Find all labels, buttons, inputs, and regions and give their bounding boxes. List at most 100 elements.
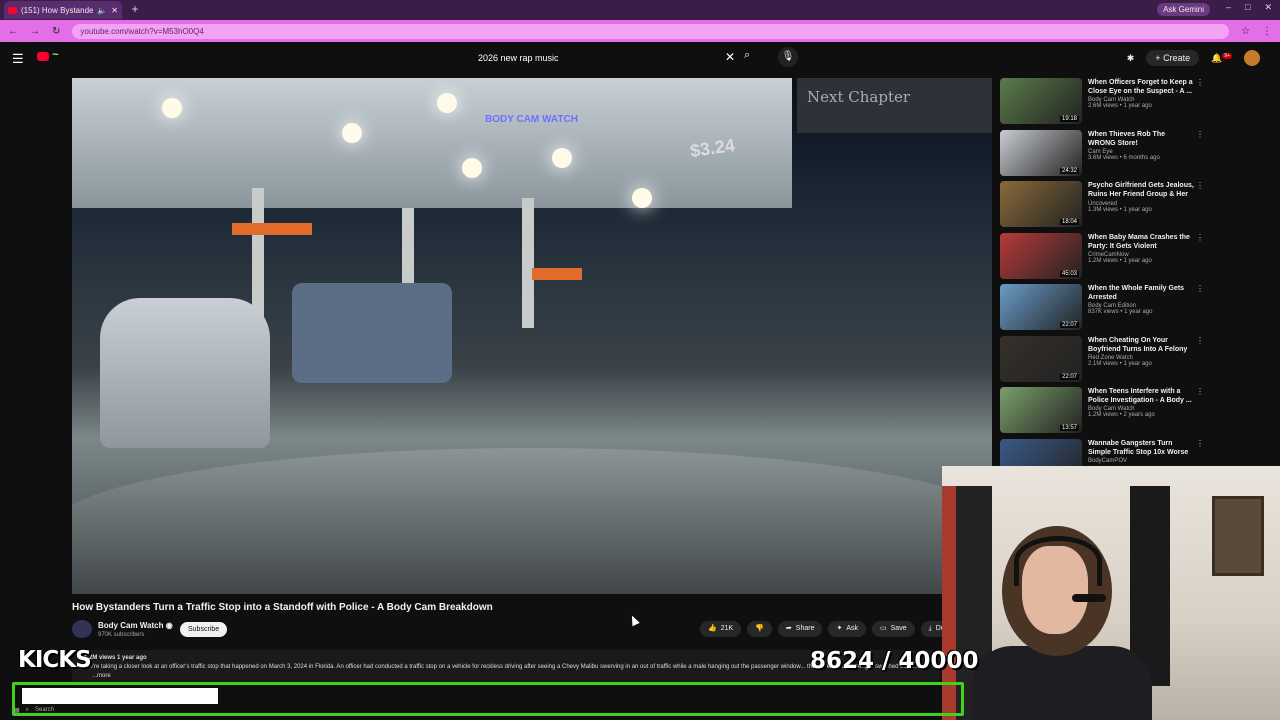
header-actions: ✱ + Create 🔔 9+ <box>1127 50 1260 66</box>
recommendation-info: When Baby Mama Crashes the Party: It Get… <box>1088 233 1194 264</box>
forward-icon[interactable]: → <box>30 26 40 37</box>
save-label: Save <box>890 625 907 632</box>
youtube-doodle-logo[interactable]: ~ <box>52 49 58 61</box>
store-sign: Next Chapter <box>797 78 992 133</box>
more-options-icon[interactable]: ⋮ <box>1196 181 1204 190</box>
more-options-icon[interactable]: ⋮ <box>1196 130 1204 139</box>
canopy-light <box>162 98 182 118</box>
more-options-icon[interactable]: ⋮ <box>1196 336 1204 345</box>
download-icon: ⤓ <box>928 625 932 632</box>
canopy-light <box>437 93 457 113</box>
search-input[interactable]: 2026 new rap music ✕ <box>471 47 739 69</box>
recommendation-title[interactable]: When Cheating On Your Boyfriend Turns In… <box>1088 336 1194 354</box>
more-options-icon[interactable]: ⋮ <box>1196 284 1204 293</box>
recommendation-item[interactable]: 22:07 When Cheating On Your Boyfriend Tur… <box>998 334 1204 382</box>
recommendation-thumbnail[interactable]: 22:07 <box>1000 335 1082 382</box>
recommendation-info: When Thieves Rob The WRONG Store! Cam Eye… <box>1088 130 1194 161</box>
recommendation-thumbnail[interactable]: 13:57 <box>1000 387 1082 433</box>
recommendation-title[interactable]: When the Whole Family Gets Arrested <box>1088 284 1194 302</box>
more-options-icon[interactable]: ⋮ <box>1196 387 1204 396</box>
channel-name[interactable]: Body Cam Watch ◉ <box>98 621 173 630</box>
recommendation-item[interactable]: 18:04 Psycho Girlfriend Gets Jealous, Rui… <box>998 179 1204 227</box>
recommendation-thumbnail[interactable]: 22:07 <box>1000 284 1082 330</box>
back-icon[interactable]: ← <box>8 26 18 37</box>
more-options-icon[interactable]: ⋮ <box>1196 233 1204 242</box>
subscribe-button[interactable]: Subscribe <box>180 622 228 637</box>
cast-icon[interactable]: ✱ <box>1127 53 1135 64</box>
create-button[interactable]: + Create <box>1146 50 1200 66</box>
dislike-button[interactable]: 👎 <box>747 621 772 637</box>
recommendation-meta: 1.3M views • 1 year ago <box>1088 207 1152 213</box>
maximize-button[interactable]: □ <box>1245 2 1250 13</box>
recommendation-meta: 1.2M views • 2 years ago <box>1088 412 1155 418</box>
youtube-header: ☰ ~ 2026 new rap music ✕ ⌕ 🎙 ✱ + Create … <box>0 42 1280 74</box>
reload-icon[interactable]: ↻ <box>52 26 60 37</box>
recommendation-thumbnail[interactable]: 19:18 <box>1000 78 1082 124</box>
new-tab-button[interactable]: + <box>128 3 142 17</box>
tab-title: (151) How Bystanders Turn... <box>21 5 94 15</box>
recommendation-meta: 1.2M views • 1 year ago <box>1088 257 1152 264</box>
browser-menu-icon[interactable]: ⋮ <box>1262 26 1272 37</box>
recommendation-item[interactable]: 22:07 When the Whole Family Gets Arrested… <box>998 282 1204 330</box>
notifications-bell-icon[interactable]: 🔔 9+ <box>1211 52 1232 64</box>
recommendation-info: When Teens Interfere with a Police Inves… <box>1088 387 1194 418</box>
close-window-button[interactable]: ✕ <box>1264 2 1272 13</box>
clear-search-icon[interactable]: ✕ <box>725 50 735 64</box>
recommendation-thumbnail[interactable] <box>1000 438 1082 466</box>
video-player[interactable]: BODY CAM WATCH Next Chapter $3.24 <box>72 78 992 594</box>
recommendation-info: When Officers Forget to Keep a Close Eye… <box>1088 78 1194 109</box>
recommendation-thumbnail[interactable]: 45:03 <box>1000 232 1082 279</box>
account-avatar[interactable] <box>1244 50 1260 66</box>
recommendation-title[interactable]: Psycho Girlfriend Gets Jealous, Ruins He… <box>1088 181 1194 200</box>
gas-station-canopy <box>72 78 792 208</box>
microphone-icon[interactable]: 🎙 <box>778 47 798 67</box>
recommendation-channel[interactable]: BodyCamPOV <box>1088 458 1194 464</box>
recommendation-thumbnail[interactable]: 18:04 <box>1000 181 1082 227</box>
taskbar: ▦ ⌕ Search <box>14 704 214 716</box>
share-label: Share <box>795 625 815 632</box>
recommendation-title[interactable]: When Thieves Rob The WRONG Store! <box>1088 130 1194 148</box>
pump-header <box>232 223 312 235</box>
search-icon[interactable]: ⌕ <box>744 49 750 62</box>
like-button[interactable]: 👍 21K <box>700 621 742 637</box>
recommendation-item[interactable]: 45:03 When Baby Mama Crashes the Party: I… <box>998 231 1204 279</box>
recommendation-title[interactable]: When Teens Interfere with a Police Inves… <box>1088 387 1194 405</box>
bookmark-icon: ▭ <box>880 625 887 632</box>
taskbar-search-icon[interactable]: ⌕ <box>26 707 29 714</box>
ask-button[interactable]: ✦ Ask <box>828 621 867 637</box>
more-options-icon[interactable]: ⋮ <box>1196 78 1204 87</box>
recommendation-title[interactable]: When Officers Forget to Keep a Close Eye… <box>1088 78 1194 96</box>
channel-avatar[interactable] <box>72 620 92 638</box>
youtube-favicon-icon <box>8 6 17 14</box>
youtube-logo-icon[interactable] <box>37 52 49 61</box>
recommendation-item[interactable]: 19:18 When Officers Forget to Keep a Clos… <box>998 76 1204 124</box>
browser-tab[interactable]: (151) How Bystanders Turn... 🔈 ✕ <box>4 1 122 19</box>
description-more-link[interactable]: ...more <box>78 672 934 681</box>
recommendation-item[interactable]: 24:32 When Thieves Rob The WRONG Store! Ca… <box>998 128 1204 176</box>
taskbar-search[interactable]: Search <box>35 707 54 713</box>
dashboard <box>72 448 992 594</box>
recommendation-item[interactable]: 13:57 When Teens Interfere with a Police … <box>998 385 1204 433</box>
bookmark-star-icon[interactable]: ☆ <box>1241 26 1250 37</box>
ask-gemini-button[interactable]: Ask Gemini <box>1157 3 1210 16</box>
recommendation-title[interactable]: When Baby Mama Crashes the Party: It Get… <box>1088 233 1194 251</box>
share-button[interactable]: ➦ Share <box>777 621 823 637</box>
hamburger-menu-icon[interactable]: ☰ <box>12 51 24 67</box>
streamer-shirt <box>972 646 1152 720</box>
recommendation-thumbnail[interactable]: 24:32 <box>1000 129 1082 176</box>
canopy-light <box>632 188 652 208</box>
url-field[interactable]: youtube.com/watch?v=M53hO0Q4 <box>72 23 1230 39</box>
more-options-icon[interactable]: ⋮ <box>1196 439 1204 448</box>
windows-start-icon[interactable]: ▦ <box>14 707 20 714</box>
duration-badge: 22:07 <box>1059 373 1079 380</box>
recommendation-title[interactable]: Wannabe Gangsters Turn Simple Traffic St… <box>1088 439 1194 457</box>
close-tab-icon[interactable]: ✕ <box>111 6 118 15</box>
wall-picture-frame <box>1212 496 1264 576</box>
minimize-button[interactable]: – <box>1226 2 1231 13</box>
canopy-pillar <box>522 198 534 328</box>
recommendation-item[interactable]: Wannabe Gangsters Turn Simple Traffic St… <box>998 437 1204 466</box>
thumbs-up-icon: 👍 <box>708 625 717 632</box>
recommendation-info: When the Whole Family Gets Arrested Body … <box>1088 284 1194 315</box>
mute-icon[interactable]: 🔈 <box>97 6 107 15</box>
save-button[interactable]: ▭ Save <box>872 621 915 637</box>
